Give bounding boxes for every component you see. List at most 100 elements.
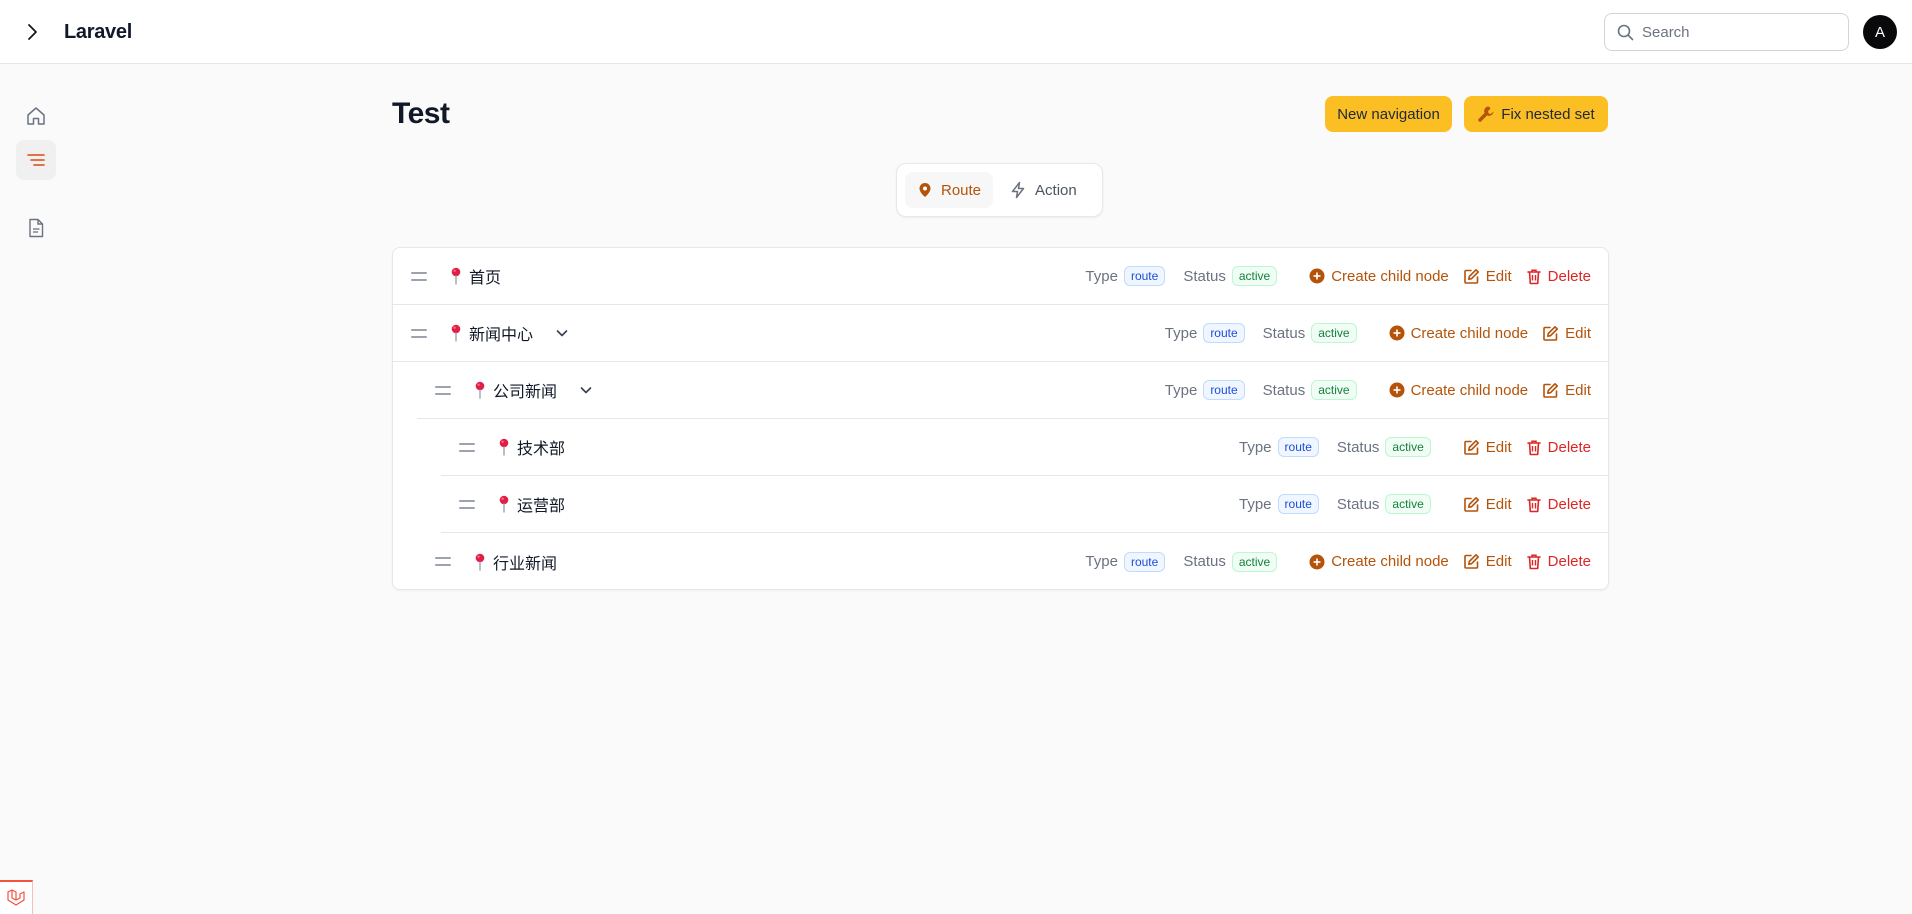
status-badge: active — [1231, 266, 1278, 286]
drag-handle-line — [459, 499, 475, 502]
sidebar-item-documents[interactable] — [16, 208, 56, 248]
type-badge: route — [1203, 323, 1245, 343]
status-badge: active — [1231, 551, 1278, 572]
node-label[interactable]: 公司新闻 — [493, 378, 557, 402]
laravel-logo-icon — [7, 889, 25, 906]
type-badge: route — [1123, 551, 1166, 572]
create-child-node-label: Create child node — [1331, 267, 1449, 285]
drag-handle[interactable] — [459, 499, 475, 509]
drag-handle-line — [435, 385, 451, 388]
status-badge: active — [1311, 323, 1357, 343]
node-actions: Create child node Edit — [1389, 382, 1591, 399]
node-label[interactable]: 行业新闻 — [493, 550, 557, 574]
tab-action-label: Action — [1035, 181, 1077, 199]
status-badge: active — [1385, 437, 1431, 457]
edit-icon — [1543, 382, 1559, 398]
new-navigation-button[interactable]: New navigation — [1325, 96, 1452, 132]
type-label: Type — [1164, 381, 1198, 399]
tab-action[interactable]: Action — [997, 172, 1089, 208]
fix-nested-set-label: Fix nested set — [1501, 105, 1595, 123]
tree-row: 技术部 Type route Status active Edit Delete — [441, 419, 1608, 476]
chevron-right-icon — [28, 24, 37, 40]
status-label: Status — [1183, 553, 1226, 570]
trash-icon — [1526, 440, 1541, 455]
type-label: Type — [1085, 553, 1118, 570]
edit-icon — [1463, 439, 1479, 455]
search-box[interactable] — [1604, 13, 1849, 51]
create-child-node-label: Create child node — [1331, 553, 1449, 570]
drag-handle[interactable] — [459, 442, 475, 452]
expand-toggle[interactable] — [555, 326, 569, 340]
delete-button[interactable]: Delete — [1526, 268, 1591, 285]
sidebar-item-navigation[interactable] — [16, 140, 56, 180]
pushpin-icon — [451, 267, 461, 285]
sidebar-item-home[interactable] — [16, 96, 56, 136]
expand-toggle[interactable] — [579, 383, 593, 397]
create-child-node-button[interactable]: Create child node — [1309, 268, 1449, 285]
node-meta: Type route Status active — [1165, 323, 1357, 343]
edit-button[interactable]: Edit — [1463, 553, 1512, 570]
delete-button[interactable]: Delete — [1526, 496, 1591, 513]
page-title: Test — [392, 97, 450, 130]
drag-handle-line — [435, 564, 451, 566]
tab-route-label: Route — [941, 181, 982, 199]
bolt-icon — [1011, 181, 1025, 199]
node-meta: Type route Status active — [1085, 551, 1278, 572]
create-child-node-button[interactable]: Create child node — [1389, 382, 1528, 399]
pushpin-icon — [499, 438, 509, 456]
plus-circle-icon — [1309, 268, 1325, 284]
status-label: Status — [1336, 495, 1380, 513]
delete-button[interactable]: Delete — [1526, 439, 1591, 456]
edit-label: Edit — [1565, 381, 1591, 399]
node-label[interactable]: 技术部 — [517, 435, 565, 459]
edit-button[interactable]: Edit — [1463, 439, 1512, 456]
node-actions: Create child node Edit Delete — [1309, 268, 1591, 285]
edit-label: Edit — [1485, 553, 1512, 570]
delete-button[interactable]: Delete — [1526, 553, 1591, 570]
type-badge: route — [1123, 266, 1166, 286]
laravel-debug-badge[interactable] — [0, 880, 33, 914]
pin-icon-wrap — [497, 438, 511, 456]
status-badge: active — [1311, 380, 1357, 400]
node-label[interactable]: 首页 — [469, 264, 501, 288]
drag-handle[interactable] — [435, 385, 451, 395]
edit-button[interactable]: Edit — [1463, 268, 1512, 285]
edit-label: Edit — [1485, 495, 1512, 513]
drag-handle-line — [459, 449, 475, 452]
edit-label: Edit — [1485, 438, 1512, 456]
type-badge: route — [1277, 494, 1319, 514]
drag-handle[interactable] — [435, 557, 451, 566]
pin-icon-wrap — [449, 267, 463, 285]
pushpin-icon — [475, 553, 485, 571]
edit-button[interactable]: Edit — [1542, 382, 1591, 399]
search-icon — [1617, 24, 1634, 40]
app-brand[interactable]: Laravel — [64, 20, 132, 44]
edit-label: Edit — [1485, 267, 1512, 285]
map-pin-icon — [919, 183, 931, 197]
edit-button[interactable]: Edit — [1542, 325, 1591, 342]
node-label[interactable]: 运营部 — [517, 492, 565, 516]
navigation-tree: 首页 Type route Status active Create child node… — [392, 247, 1609, 590]
chevron-down-icon — [580, 387, 592, 394]
node-actions: Edit Delete — [1463, 439, 1591, 456]
node-actions: Edit Delete — [1463, 496, 1591, 513]
fix-nested-set-button[interactable]: Fix nested set — [1464, 96, 1608, 132]
document-icon — [29, 218, 44, 238]
status-badge: active — [1385, 494, 1431, 514]
create-child-node-button[interactable]: Create child node — [1309, 553, 1449, 570]
search-input[interactable] — [1642, 23, 1832, 41]
status-label: Status — [1262, 381, 1306, 399]
drag-handle[interactable] — [411, 328, 427, 338]
create-child-node-button[interactable]: Create child node — [1389, 325, 1528, 342]
trash-icon — [1526, 497, 1541, 512]
node-label[interactable]: 新闻中心 — [469, 321, 533, 345]
tab-route[interactable]: Route — [905, 172, 994, 208]
user-avatar[interactable]: A — [1863, 15, 1897, 49]
sidebar-toggle-button[interactable] — [20, 20, 44, 44]
edit-icon — [1463, 268, 1479, 284]
drag-handle[interactable] — [411, 271, 427, 281]
type-badge: route — [1277, 437, 1319, 457]
pin-icon-wrap — [497, 495, 511, 513]
status-label: Status — [1183, 267, 1226, 285]
edit-button[interactable]: Edit — [1463, 496, 1512, 513]
